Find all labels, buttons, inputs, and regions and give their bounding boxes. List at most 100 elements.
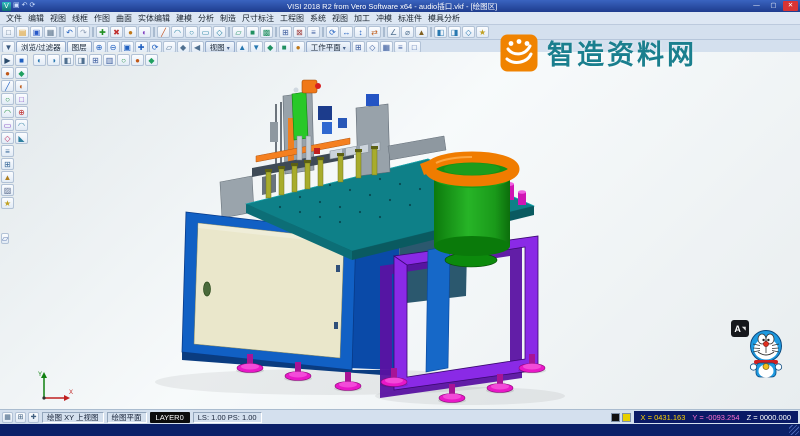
rotate-icon[interactable]: ⟳ bbox=[326, 26, 339, 38]
settings-icon[interactable]: ★ bbox=[476, 26, 489, 38]
menu-item[interactable]: 实体编辑 bbox=[135, 13, 173, 24]
solid-icon[interactable]: ■ bbox=[246, 26, 259, 38]
rect-icon[interactable]: ▭ bbox=[199, 26, 212, 38]
draw-rect-icon[interactable]: ▭ bbox=[1, 119, 14, 131]
toolbar-icon[interactable] bbox=[228, 27, 230, 37]
viewport-3d[interactable]: ▶●╱○◠▭◇≡⊞▲▨★ ■◆◐□⊕◠◣ ▱ ◐◑◧◨⊞▥○●◆ Y X bbox=[0, 52, 800, 410]
drawing-plane-field[interactable]: 绘图平面 bbox=[107, 412, 147, 423]
add-icon[interactable]: ✚ bbox=[96, 26, 109, 38]
menu-item[interactable]: 制造 bbox=[217, 13, 239, 24]
angle-measure-icon[interactable]: ∠ bbox=[387, 26, 400, 38]
layers-icon[interactable]: ≡ bbox=[307, 26, 320, 38]
circle-tool-icon[interactable]: ○ bbox=[117, 54, 130, 66]
grid-off-icon[interactable]: ▥ bbox=[103, 54, 116, 66]
minimize-button[interactable]: — bbox=[749, 1, 764, 11]
toolbar-icon[interactable] bbox=[322, 27, 324, 37]
open-icon[interactable]: ▤ bbox=[16, 26, 29, 38]
menu-item[interactable]: 文件 bbox=[3, 13, 25, 24]
revolve-icon[interactable]: ◆ bbox=[15, 67, 28, 79]
save-icon[interactable]: ▣ bbox=[30, 26, 43, 38]
redo-icon[interactable]: ↷ bbox=[77, 26, 90, 38]
undo-icon[interactable]: ↶ bbox=[63, 26, 76, 38]
mirror-icon[interactable]: ⇄ bbox=[368, 26, 381, 38]
text-tool-icon[interactable]: ▲ bbox=[1, 171, 14, 183]
extrude-icon[interactable]: ■ bbox=[15, 54, 28, 66]
dot-tool-icon[interactable]: ● bbox=[131, 54, 144, 66]
print-icon[interactable]: ▦ bbox=[44, 26, 57, 38]
shell-icon[interactable]: □ bbox=[15, 93, 28, 105]
menu-item[interactable]: 建模 bbox=[173, 13, 195, 24]
menu-item[interactable]: 作图 bbox=[91, 13, 113, 24]
grid-icon[interactable]: ⊞ bbox=[279, 26, 292, 38]
sweep-icon[interactable]: ◐ bbox=[15, 80, 28, 92]
half-right-icon[interactable]: ◨ bbox=[75, 54, 88, 66]
wireframe-view-icon[interactable]: ◇ bbox=[462, 26, 475, 38]
toolbar-icon[interactable] bbox=[275, 27, 277, 37]
qa-refresh-icon[interactable]: ⟳ bbox=[30, 1, 36, 11]
stretch-icon[interactable]: ↕ bbox=[354, 26, 367, 38]
shading-b-icon[interactable]: ◑ bbox=[47, 54, 60, 66]
workplane-tool-icon[interactable]: ▱ bbox=[1, 233, 9, 244]
menu-item[interactable]: 线框 bbox=[69, 13, 91, 24]
draw-point-icon[interactable]: ● bbox=[1, 67, 14, 79]
grid-toggle-icon[interactable]: ⊞ bbox=[15, 412, 26, 423]
diamond-tool-icon[interactable]: ◆ bbox=[145, 54, 158, 66]
annotate-icon[interactable]: ▲ bbox=[415, 26, 428, 38]
maximize-button[interactable]: ▢ bbox=[766, 1, 781, 11]
new-icon[interactable]: □ bbox=[2, 26, 15, 38]
chamfer-icon[interactable]: ◣ bbox=[15, 132, 28, 144]
draw-circle-icon[interactable]: ○ bbox=[1, 93, 14, 105]
ortho-icon[interactable]: ✚ bbox=[28, 412, 39, 423]
menu-item[interactable]: 曲面 bbox=[113, 13, 135, 24]
menu-item[interactable]: 冲模 bbox=[373, 13, 395, 24]
grid-snap-icon[interactable]: ⊞ bbox=[1, 158, 14, 170]
view-plane-field[interactable]: 绘图 XY 上视图 bbox=[42, 412, 104, 423]
toolbar-icon[interactable] bbox=[92, 27, 94, 37]
draw-line-icon[interactable]: ╱ bbox=[1, 80, 14, 92]
active-layer-badge[interactable]: LAYER0 bbox=[150, 412, 190, 423]
highlight-color-chip[interactable] bbox=[622, 413, 631, 422]
toolbar-icon[interactable] bbox=[430, 27, 432, 37]
surface-icon[interactable]: ▱ bbox=[232, 26, 245, 38]
diameter-icon[interactable]: ⌀ bbox=[401, 26, 414, 38]
move-icon[interactable]: ↔ bbox=[340, 26, 353, 38]
pen-color-chip[interactable] bbox=[611, 413, 620, 422]
menu-item[interactable]: 视图 bbox=[329, 13, 351, 24]
draw-arc-icon[interactable]: ◠ bbox=[1, 106, 14, 118]
menu-item[interactable]: 工程图 bbox=[277, 13, 307, 24]
qa-undo-icon[interactable]: ↶ bbox=[22, 1, 28, 11]
resize-grip[interactable] bbox=[789, 425, 799, 435]
menu-item[interactable]: 标准件 bbox=[395, 13, 425, 24]
boolean-icon[interactable]: ⊕ bbox=[15, 106, 28, 118]
favorites-icon[interactable]: ★ bbox=[1, 197, 14, 209]
toolbar-icon[interactable] bbox=[383, 27, 385, 37]
menu-item[interactable]: 视图 bbox=[47, 13, 69, 24]
fillet-icon[interactable]: ◠ bbox=[15, 119, 28, 131]
shade-icon[interactable]: ◨ bbox=[448, 26, 461, 38]
grid-on-icon[interactable]: ⊞ bbox=[89, 54, 102, 66]
qa-save-icon[interactable]: ▣ bbox=[13, 1, 20, 11]
menu-item[interactable]: 尺寸标注 bbox=[239, 13, 277, 24]
menu-item[interactable]: 分析 bbox=[195, 13, 217, 24]
snap-icon[interactable]: ▦ bbox=[2, 412, 13, 423]
shading-a-icon[interactable]: ◐ bbox=[33, 54, 46, 66]
menu-item[interactable]: 模具分析 bbox=[425, 13, 463, 24]
point-icon[interactable]: ● bbox=[124, 26, 137, 38]
hatch-icon[interactable]: ▨ bbox=[1, 184, 14, 196]
menu-item[interactable]: 编辑 bbox=[25, 13, 47, 24]
offset-icon[interactable]: ≡ bbox=[1, 145, 14, 157]
draw-polyline-icon[interactable]: ◇ bbox=[1, 132, 14, 144]
half-left-icon[interactable]: ◧ bbox=[61, 54, 74, 66]
menu-item[interactable]: 系统 bbox=[307, 13, 329, 24]
toolbar-icon[interactable] bbox=[59, 27, 61, 37]
mesh-icon[interactable]: ▩ bbox=[260, 26, 273, 38]
polygon-icon[interactable]: ◇ bbox=[213, 26, 226, 38]
close-button[interactable]: ✕ bbox=[783, 1, 798, 11]
render-icon[interactable]: ◧ bbox=[434, 26, 447, 38]
toolbar-icon[interactable] bbox=[153, 27, 155, 37]
trim-icon[interactable]: ◐ bbox=[138, 26, 151, 38]
line-icon[interactable]: ╱ bbox=[157, 26, 170, 38]
section-icon[interactable]: ⊠ bbox=[293, 26, 306, 38]
select-arrow-icon[interactable]: ▶ bbox=[1, 54, 14, 66]
arc-icon[interactable]: ◠ bbox=[171, 26, 184, 38]
